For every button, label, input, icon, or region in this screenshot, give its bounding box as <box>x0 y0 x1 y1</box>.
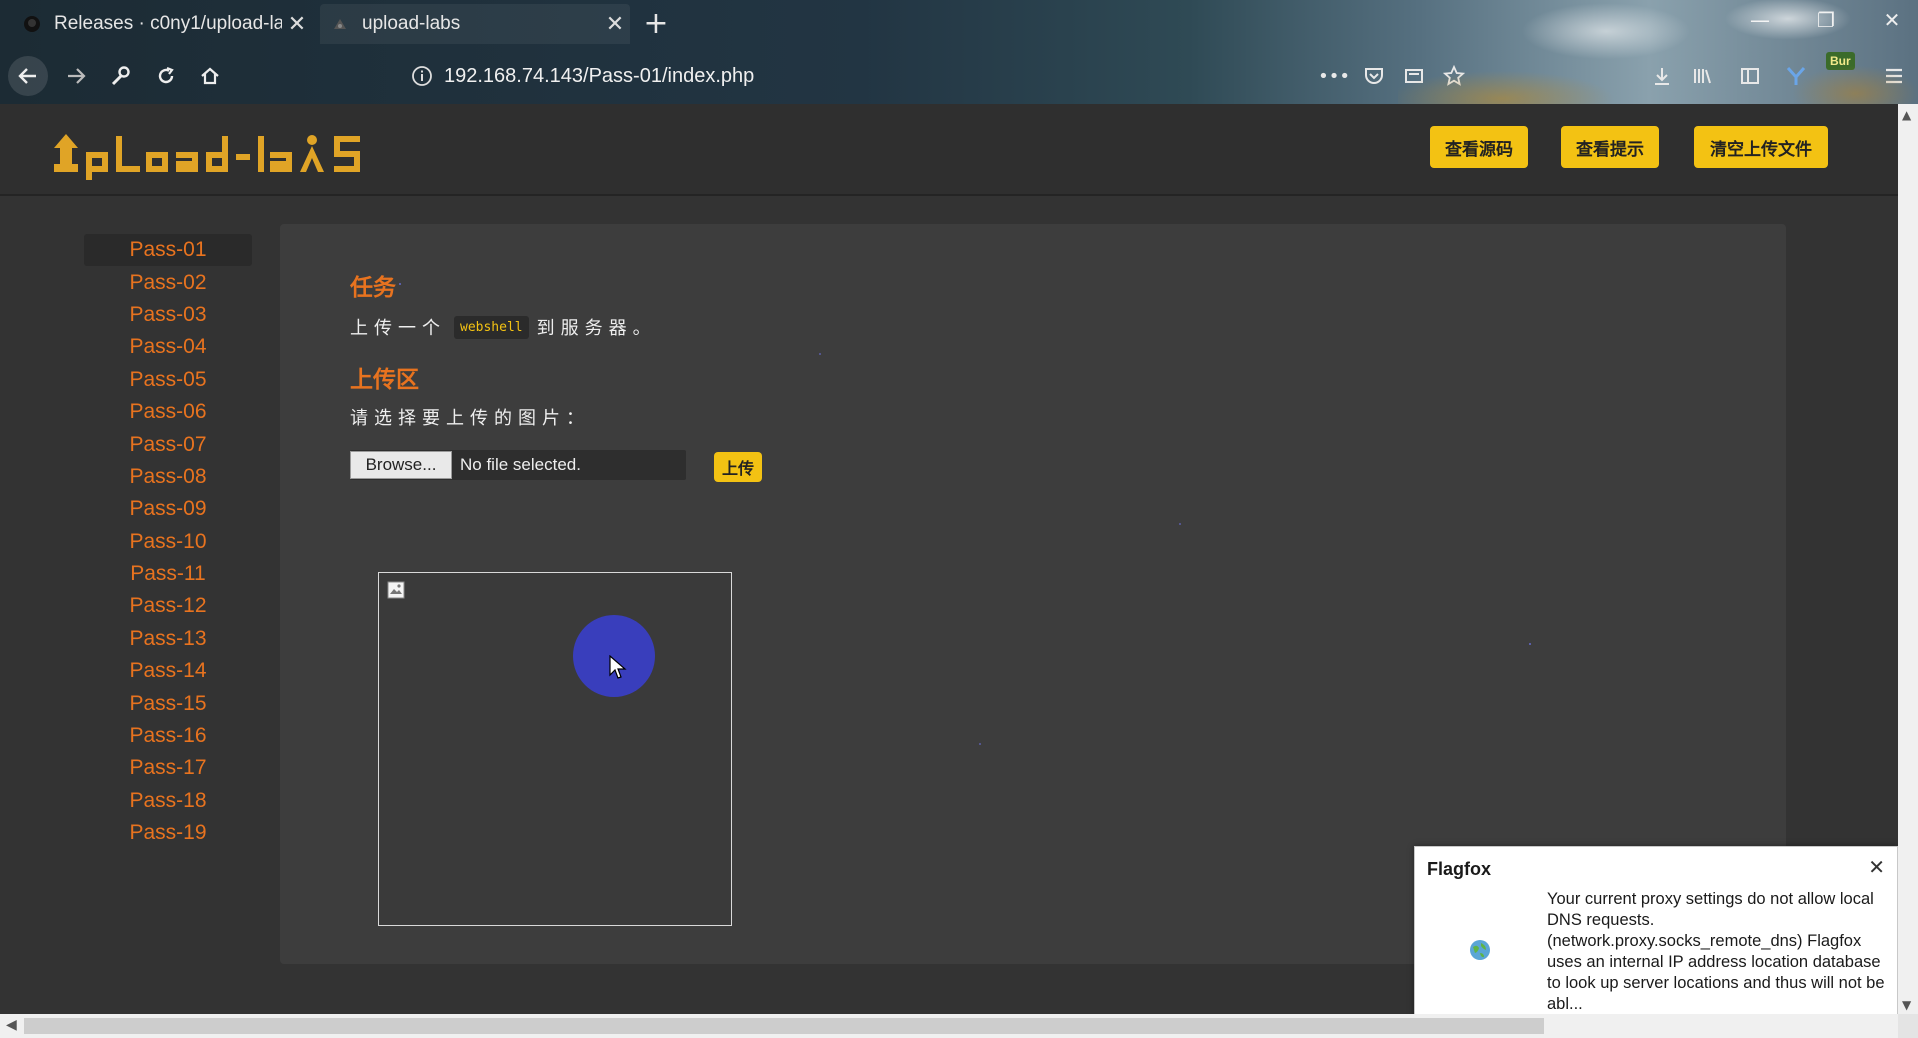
scroll-down-icon[interactable]: ▼ <box>1902 998 1911 1012</box>
close-tab-icon[interactable]: ✕ <box>600 11 630 37</box>
site-header: 查看源码 查看提示 清空上传文件 <box>0 104 1898 196</box>
sidebar-item-pass-06[interactable]: Pass-06 <box>84 396 252 428</box>
globe-icon <box>1470 940 1490 960</box>
sidebar-item-pass-16[interactable]: Pass-16 <box>84 720 252 752</box>
hackbar-y-icon[interactable] <box>1782 62 1810 90</box>
reload-icon <box>158 66 174 84</box>
upload-labs-logo <box>54 134 360 180</box>
restore-icon[interactable]: ❐ <box>1806 8 1846 32</box>
file-status: No file selected. <box>460 455 581 474</box>
browse-button[interactable]: Browse... <box>350 451 452 479</box>
site-info-icon[interactable] <box>410 64 434 88</box>
clear-uploads-button[interactable]: 清空上传文件 <box>1694 126 1828 168</box>
page-favicon-icon <box>330 14 350 34</box>
github-icon <box>22 14 42 34</box>
navigation-toolbar: 192.168.74.143/Pass-01/index.php ••• <box>0 50 1918 100</box>
sidebar-item-pass-02[interactable]: Pass-02 <box>84 266 252 298</box>
window-close-icon[interactable]: ✕ <box>1872 8 1912 32</box>
broken-image-icon <box>387 581 405 599</box>
tab-title: upload-labs <box>362 13 461 34</box>
tab-title: Releases · c0ny1/upload-lab <box>54 13 282 34</box>
upload-prompt: 请选择要上传的图片： <box>350 408 590 429</box>
tab-bar: Releases · c0ny1/upload-lab ✕ upload-lab… <box>0 0 1918 46</box>
task-heading: 任务 <box>350 275 396 301</box>
wrench-icon <box>111 66 130 86</box>
sidebar-item-pass-18[interactable]: Pass-18 <box>84 785 252 817</box>
sidebar-toggle-icon[interactable] <box>1736 62 1764 90</box>
site-logo[interactable] <box>50 118 380 184</box>
horizontal-scroll-thumb[interactable] <box>24 1018 1544 1034</box>
sidebar-item-pass-07[interactable]: Pass-07 <box>84 428 252 460</box>
view-hint-button[interactable]: 查看提示 <box>1561 126 1659 168</box>
burp-extension-badge[interactable]: Bur <box>1826 52 1855 70</box>
file-input[interactable]: Browse... No file selected. <box>350 450 686 480</box>
task-text-after: 到服务器。 <box>536 318 657 339</box>
upload-heading: 上传区 <box>350 367 419 393</box>
view-source-button[interactable]: 查看源码 <box>1430 126 1528 168</box>
page-actions-icon[interactable]: ••• <box>1318 62 1350 90</box>
address-bar[interactable]: 192.168.74.143/Pass-01/index.php <box>400 56 1300 96</box>
sidebar-item-pass-04[interactable]: Pass-04 <box>84 331 252 363</box>
minimize-icon[interactable]: — <box>1740 8 1780 32</box>
forward-arrow-icon <box>68 68 86 84</box>
tab-releases[interactable]: Releases · c0ny1/upload-lab ✕ <box>12 4 312 44</box>
sidebar-item-pass-12[interactable]: Pass-12 <box>84 590 252 622</box>
scrollbar-corner <box>1898 1014 1918 1038</box>
library-icon[interactable] <box>1688 62 1716 90</box>
sidebar-item-pass-09[interactable]: Pass-09 <box>84 493 252 525</box>
reload-button[interactable] <box>146 56 186 96</box>
browser-chrome: Releases · c0ny1/upload-lab ✕ upload-lab… <box>0 0 1918 104</box>
home-icon <box>201 67 219 85</box>
home-button[interactable] <box>190 56 230 96</box>
sidebar-item-pass-19[interactable]: Pass-19 <box>84 817 252 849</box>
wrench-button[interactable] <box>100 56 140 96</box>
sidebar-item-pass-15[interactable]: Pass-15 <box>84 687 252 719</box>
sidebar-item-pass-08[interactable]: Pass-08 <box>84 461 252 493</box>
sidebar-item-pass-17[interactable]: Pass-17 <box>84 752 252 784</box>
bookmark-star-icon[interactable] <box>1440 62 1468 90</box>
sidebar-item-pass-03[interactable]: Pass-03 <box>84 299 252 331</box>
sidebar-item-pass-10[interactable]: Pass-10 <box>84 526 252 558</box>
flagfox-title: Flagfox <box>1427 859 1492 879</box>
sidebar-item-pass-14[interactable]: Pass-14 <box>84 655 252 687</box>
vertical-scrollbar[interactable]: ▲ ▼ <box>1898 104 1918 1016</box>
pocket-icon[interactable] <box>1360 62 1388 90</box>
sidebar-item-pass-01[interactable]: Pass-01 <box>84 234 252 267</box>
scroll-up-icon[interactable]: ▲ <box>1902 108 1911 122</box>
image-preview <box>378 572 732 926</box>
back-button[interactable] <box>8 56 48 96</box>
horizontal-scrollbar[interactable]: ◀ <box>0 1014 1898 1038</box>
task-text-before: 上传一个 <box>350 318 446 339</box>
task-description: 上传一个 webshell 到服务器。 <box>350 314 657 340</box>
sidebar-item-pass-13[interactable]: Pass-13 <box>84 623 252 655</box>
task-code: webshell <box>454 315 529 339</box>
flagfox-close-icon[interactable]: ✕ <box>1868 855 1885 879</box>
tab-upload-labs[interactable]: upload-labs ✕ <box>320 4 630 44</box>
pass-sidebar: Pass-01 Pass-02 Pass-03 Pass-04 Pass-05 Pass-… <box>84 234 252 849</box>
mouse-pointer-icon <box>609 655 627 679</box>
flagfox-message: Your current proxy settings do not allow… <box>1547 890 1885 1013</box>
download-icon[interactable] <box>1648 62 1676 90</box>
back-arrow-icon <box>18 68 36 84</box>
new-tab-button[interactable]: + <box>642 6 670 41</box>
sidebar-item-pass-05[interactable]: Pass-05 <box>84 364 252 396</box>
screenshot-icon[interactable] <box>1400 62 1428 90</box>
url-text[interactable]: 192.168.74.143/Pass-01/index.php <box>444 65 754 88</box>
sidebar-item-pass-11[interactable]: Pass-11 <box>84 558 252 590</box>
close-tab-icon[interactable]: ✕ <box>282 11 312 37</box>
flagfox-notification: Flagfox ✕ Your current proxy settings do… <box>1414 846 1898 1022</box>
menu-icon[interactable] <box>1880 62 1908 90</box>
forward-button[interactable] <box>56 56 96 96</box>
upload-submit-button[interactable]: 上传 <box>714 452 762 482</box>
scroll-left-icon[interactable]: ◀ <box>6 1017 17 1033</box>
